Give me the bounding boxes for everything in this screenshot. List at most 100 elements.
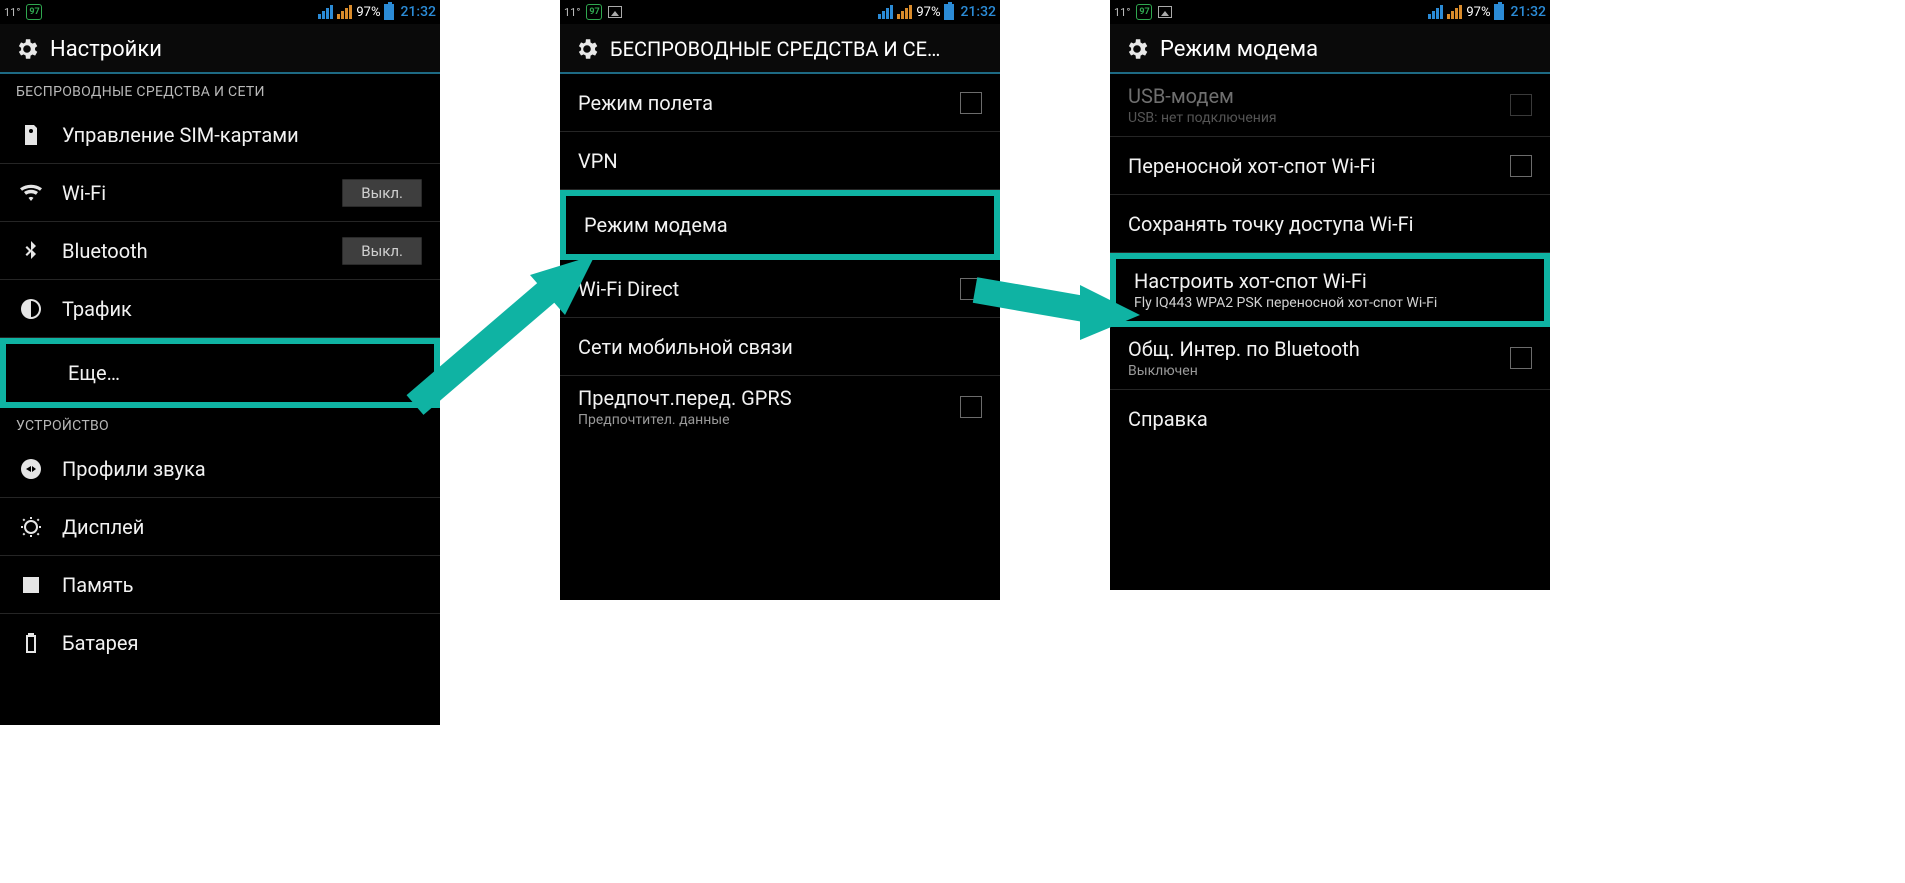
row-display[interactable]: Дисплей	[0, 498, 440, 556]
row-label: Режим полета	[578, 91, 942, 115]
row-memory[interactable]: Память	[0, 556, 440, 614]
app-bar: Режим модема	[1110, 24, 1550, 74]
row-label: Общ. Интер. по Bluetooth	[1128, 337, 1492, 361]
status-clock: 21:32	[960, 4, 996, 20]
hotspot-checkbox[interactable]	[1510, 155, 1532, 177]
status-temperature: 11°	[1114, 6, 1130, 19]
row-label: Wi-Fi Direct	[578, 277, 942, 301]
status-battery-pct: 97%	[916, 5, 940, 20]
status-clock: 21:32	[1510, 4, 1546, 20]
row-tethering[interactable]: Режим модема	[566, 196, 994, 254]
status-temperature: 11°	[564, 6, 580, 19]
app-title: Режим модема	[1160, 37, 1318, 62]
battery-icon	[1494, 4, 1504, 20]
row-label: Настроить хот-спот Wi-Fi	[1134, 269, 1526, 293]
row-label: Батарея	[62, 631, 422, 655]
row-label: Память	[62, 573, 422, 597]
row-label: Переносной хот-спот Wi-Fi	[1128, 154, 1492, 178]
row-label: Справка	[1128, 407, 1532, 431]
row-battery[interactable]: Батарея	[0, 614, 440, 672]
bluetooth-toggle[interactable]: Выкл.	[342, 237, 422, 265]
wifi-direct-checkbox[interactable]	[960, 278, 982, 300]
row-help[interactable]: Справка	[1110, 390, 1550, 448]
status-temperature: 11°	[4, 6, 20, 19]
status-badge: 97	[586, 4, 602, 20]
row-label: Трафик	[62, 297, 422, 321]
wifi-toggle[interactable]: Выкл.	[342, 179, 422, 207]
row-configure-hotspot[interactable]: Настроить хот-спот Wi-Fi Fly IQ443 WPA2 …	[1116, 259, 1544, 321]
status-battery-pct: 97%	[1466, 5, 1490, 20]
row-label: Bluetooth	[62, 239, 324, 263]
row-label: Дисплей	[62, 515, 422, 539]
row-sound-profiles[interactable]: Профили звука	[0, 440, 440, 498]
airplane-checkbox[interactable]	[960, 92, 982, 114]
traffic-icon	[18, 296, 44, 322]
row-bluetooth-tethering[interactable]: Общ. Интер. по Bluetooth Выключен	[1110, 327, 1550, 390]
app-title: БЕСПРОВОДНЫЕ СРЕДСТВА И СЕ…	[610, 37, 940, 61]
gprs-checkbox[interactable]	[960, 396, 982, 418]
signal-1-icon	[878, 5, 893, 19]
row-save-access-point[interactable]: Сохранять точку доступа Wi-Fi	[1110, 195, 1550, 253]
row-airplane-mode[interactable]: Режим полета	[560, 74, 1000, 132]
row-label: Профили звука	[62, 457, 422, 481]
display-icon	[18, 514, 44, 540]
row-gprs-preference[interactable]: Предпочт.перед. GPRS Предпочтител. данны…	[560, 376, 1000, 438]
blank-icon	[24, 360, 50, 386]
phone-screen-1: 11° 97 97% 21:32 Настройки БЕСПРОВОДНЫЕ …	[0, 0, 440, 725]
row-portable-hotspot[interactable]: Переносной хот-спот Wi-Fi	[1110, 137, 1550, 195]
gear-icon	[574, 36, 600, 62]
row-sim-management[interactable]: Управление SIM-картами	[0, 106, 440, 164]
gear-icon	[14, 36, 40, 62]
battery-icon	[944, 4, 954, 20]
battery-row-icon	[18, 630, 44, 656]
row-usb-modem: USB-модем USB: нет подключения	[1110, 74, 1550, 137]
status-bar: 11° 97 97% 21:32	[1110, 0, 1550, 24]
row-vpn[interactable]: VPN	[560, 132, 1000, 190]
status-bar: 11° 97 97% 21:32	[560, 0, 1000, 24]
signal-2-icon	[897, 5, 912, 19]
row-sublabel: Fly IQ443 WPA2 PSK переносной хот-спот W…	[1134, 295, 1526, 311]
app-bar: БЕСПРОВОДНЫЕ СРЕДСТВА И СЕ…	[560, 24, 1000, 74]
wifi-icon	[18, 180, 44, 206]
usb-checkbox	[1510, 94, 1532, 116]
row-label: Сохранять точку доступа Wi-Fi	[1128, 212, 1532, 236]
section-device: УСТРОЙСТВО	[0, 408, 440, 440]
status-badge: 97	[1136, 4, 1152, 20]
row-sublabel: Предпочтител. данные	[578, 412, 942, 428]
row-label: USB-модем	[1128, 84, 1492, 108]
picture-icon	[608, 6, 622, 18]
app-title: Настройки	[50, 37, 162, 62]
row-label: VPN	[578, 149, 982, 173]
row-more[interactable]: Еще…	[6, 344, 434, 402]
row-sublabel: USB: нет подключения	[1128, 110, 1492, 126]
highlight-tethering: Режим модема	[560, 190, 1000, 260]
bluetooth-icon	[18, 238, 44, 264]
app-bar: Настройки	[0, 24, 440, 74]
memory-icon	[18, 572, 44, 598]
status-battery-pct: 97%	[356, 5, 380, 20]
row-mobile-networks[interactable]: Сети мобильной связи	[560, 318, 1000, 376]
sound-icon	[18, 456, 44, 482]
highlight-more: Еще…	[0, 338, 440, 408]
row-label: Предпочт.перед. GPRS	[578, 386, 942, 410]
phone-screen-3: 11° 97 97% 21:32 Режим модема USB-модем …	[1110, 0, 1550, 590]
status-bar: 11° 97 97% 21:32	[0, 0, 440, 24]
battery-icon	[384, 4, 394, 20]
bluetooth-tether-checkbox[interactable]	[1510, 347, 1532, 369]
signal-1-icon	[1428, 5, 1443, 19]
row-label: Wi-Fi	[62, 181, 324, 205]
row-wifi[interactable]: Wi-Fi Выкл.	[0, 164, 440, 222]
signal-1-icon	[318, 5, 333, 19]
sim-icon	[18, 122, 44, 148]
section-wireless: БЕСПРОВОДНЫЕ СРЕДСТВА И СЕТИ	[0, 74, 440, 106]
picture-icon	[1158, 6, 1172, 18]
row-bluetooth[interactable]: Bluetooth Выкл.	[0, 222, 440, 280]
row-traffic[interactable]: Трафик	[0, 280, 440, 338]
signal-2-icon	[1447, 5, 1462, 19]
row-sublabel: Выключен	[1128, 363, 1492, 379]
phone-screen-2: 11° 97 97% 21:32 БЕСПРОВОДНЫЕ СРЕДСТВА И…	[560, 0, 1000, 600]
status-clock: 21:32	[400, 4, 436, 20]
gear-icon	[1124, 36, 1150, 62]
status-badge: 97	[26, 4, 42, 20]
row-wifi-direct[interactable]: Wi-Fi Direct	[560, 260, 1000, 318]
